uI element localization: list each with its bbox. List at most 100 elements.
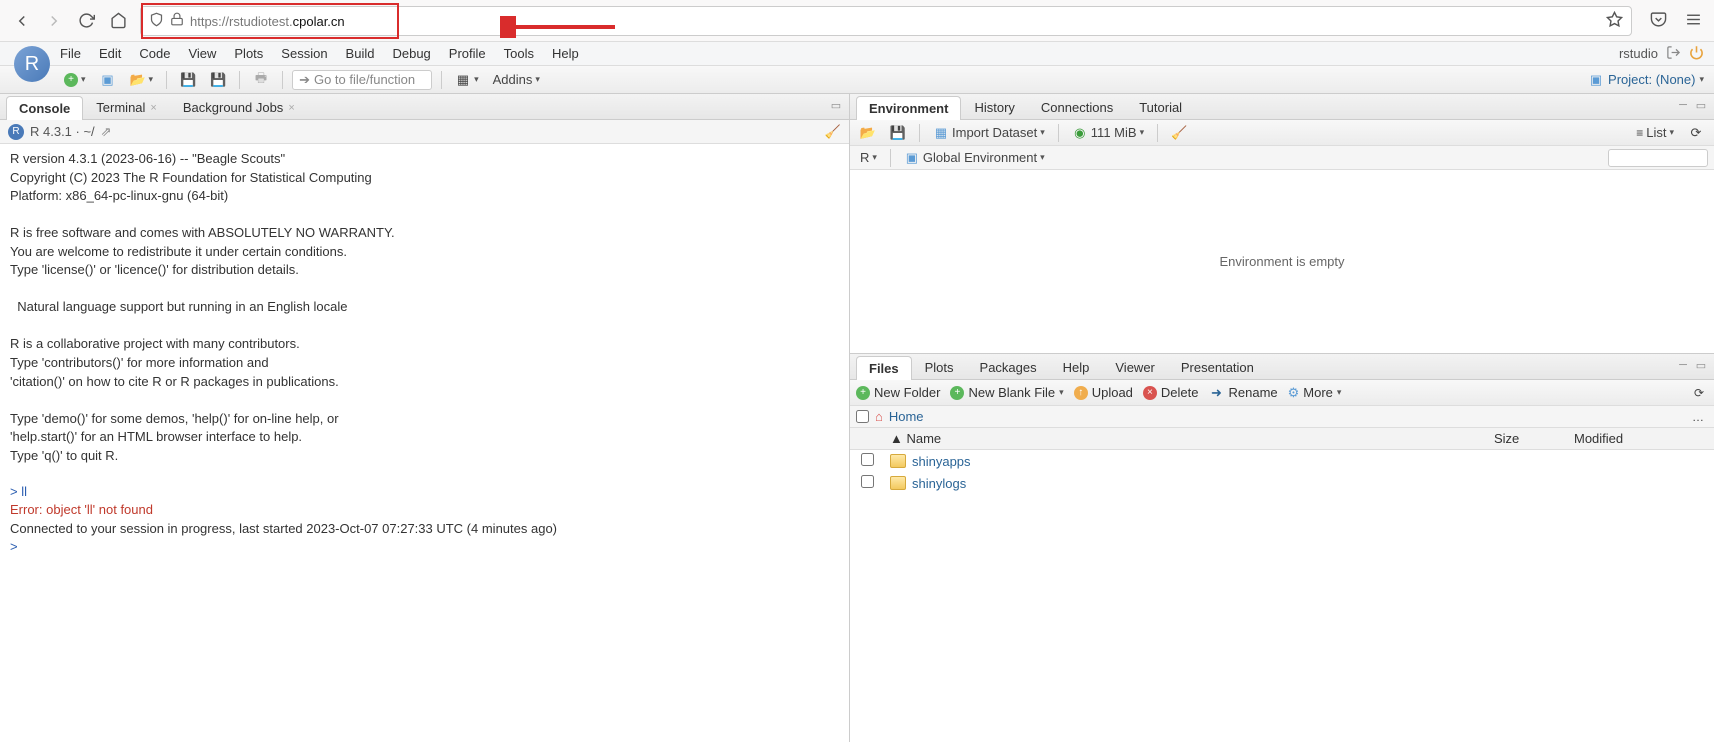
maximize-pane-icon[interactable]: ▭ [829, 98, 843, 112]
load-workspace-button[interactable]: 📂 [856, 123, 880, 143]
file-name-link[interactable]: shinylogs [912, 476, 966, 491]
menu-file[interactable]: File [60, 46, 81, 61]
menu-debug[interactable]: Debug [392, 46, 430, 61]
env-empty-message: Environment is empty [850, 170, 1714, 353]
console-version-label: R 4.3.1 · ~/ [30, 124, 95, 139]
folder-icon [890, 454, 906, 468]
tab-terminal[interactable]: Terminal× [83, 95, 170, 119]
file-checkbox[interactable] [861, 475, 874, 488]
tab-files[interactable]: Files [856, 356, 912, 380]
maximize-pane-icon[interactable]: ▭ [1694, 98, 1708, 112]
tab-viewer[interactable]: Viewer [1102, 355, 1168, 379]
clear-console-icon[interactable]: 🧹 [825, 124, 841, 140]
close-icon[interactable]: × [150, 102, 156, 114]
signout-icon[interactable] [1666, 45, 1681, 63]
menu-view[interactable]: View [188, 46, 216, 61]
home-button[interactable] [108, 11, 128, 31]
tab-packages[interactable]: Packages [967, 355, 1050, 379]
console-header: R R 4.3.1 · ~/ ⇗ 🧹 [0, 120, 849, 144]
back-button[interactable] [12, 11, 32, 31]
power-icon[interactable] [1689, 45, 1704, 63]
open-wd-icon[interactable]: ⇗ [101, 124, 112, 140]
more-button[interactable]: ⚙More ▾ [1288, 385, 1342, 401]
tab-connections[interactable]: Connections [1028, 95, 1126, 119]
username-label: rstudio [1619, 46, 1658, 61]
save-workspace-button[interactable]: 💾 [886, 123, 910, 143]
menu-edit[interactable]: Edit [99, 46, 121, 61]
pocket-icon[interactable] [1650, 11, 1667, 31]
tab-background-jobs[interactable]: Background Jobs× [170, 95, 308, 119]
addins-button[interactable]: Addins ▾ [489, 70, 544, 89]
folder-icon [890, 476, 906, 490]
env-search-input[interactable] [1608, 149, 1708, 167]
goto-file-input[interactable]: ➔Go to file/function [292, 70, 432, 90]
files-toolbar: +New Folder +New Blank File ▾ ↑Upload ×D… [850, 380, 1714, 406]
menu-build[interactable]: Build [346, 46, 375, 61]
env-view-toggle[interactable]: ≡ List ▾ [1632, 123, 1678, 142]
clear-env-button[interactable]: 🧹 [1167, 123, 1191, 143]
workspace-panes-button[interactable]: ▦▾ [451, 70, 483, 90]
tab-plots-pane[interactable]: Plots [912, 355, 967, 379]
env-scope-selector[interactable]: ▣Global Environment ▾ [900, 148, 1049, 168]
close-icon[interactable]: × [288, 102, 294, 114]
new-file-button[interactable]: +▾ [60, 71, 90, 89]
upload-button[interactable]: ↑Upload [1074, 385, 1133, 400]
files-table-header: ▲ Name Size Modified [850, 428, 1714, 450]
tab-console[interactable]: Console [6, 96, 83, 120]
new-folder-button[interactable]: +New Folder [856, 385, 940, 400]
tab-help-pane[interactable]: Help [1050, 355, 1103, 379]
url-text: https://rstudiotest.cpolar.cn [190, 13, 345, 29]
reload-button[interactable] [76, 11, 96, 31]
print-button[interactable]: 🖶 [249, 70, 273, 90]
tab-environment[interactable]: Environment [856, 96, 961, 120]
save-all-button[interactable]: 💾 [206, 70, 230, 90]
menu-session[interactable]: Session [281, 46, 327, 61]
file-checkbox[interactable] [861, 453, 874, 466]
forward-button[interactable] [44, 11, 64, 31]
new-project-button[interactable]: ▣ [96, 70, 120, 90]
file-row[interactable]: shinyapps [850, 450, 1714, 472]
breadcrumb-home[interactable]: Home [889, 409, 924, 424]
file-row[interactable]: shinylogs [850, 472, 1714, 494]
env-tab-bar: Environment History Connections Tutorial… [850, 94, 1714, 120]
path-more-button[interactable]: … [1688, 408, 1708, 426]
console-tab-bar: Console Terminal× Background Jobs× ▭ [0, 94, 849, 120]
hamburger-icon[interactable] [1685, 11, 1702, 31]
console-output[interactable]: R version 4.3.1 (2023-06-16) -- "Beagle … [0, 144, 849, 742]
url-bar[interactable]: https://rstudiotest.cpolar.cn [140, 6, 1632, 36]
menu-tools[interactable]: Tools [504, 46, 534, 61]
tab-presentation[interactable]: Presentation [1168, 355, 1267, 379]
rename-button[interactable]: ➜Rename [1208, 385, 1277, 401]
refresh-env-button[interactable]: ⟳ [1684, 123, 1708, 143]
new-blank-file-button[interactable]: +New Blank File ▾ [950, 385, 1063, 400]
shield-icon [149, 12, 164, 30]
env-scope-bar: R ▾ ▣Global Environment ▾ [850, 146, 1714, 170]
menu-code[interactable]: Code [139, 46, 170, 61]
import-dataset-button[interactable]: ▦Import Dataset ▾ [929, 123, 1049, 143]
menu-help[interactable]: Help [552, 46, 579, 61]
project-icon: ▣ [1588, 72, 1604, 88]
delete-button[interactable]: ×Delete [1143, 385, 1199, 400]
minimize-pane-icon[interactable]: ─ [1676, 358, 1690, 372]
tab-history[interactable]: History [961, 95, 1027, 119]
language-selector[interactable]: R ▾ [856, 148, 881, 167]
project-label[interactable]: Project: (None) [1608, 72, 1695, 87]
menu-plots[interactable]: Plots [234, 46, 263, 61]
home-icon[interactable]: ⌂ [875, 409, 883, 424]
select-all-checkbox[interactable] [856, 410, 869, 423]
minimize-pane-icon[interactable]: ─ [1676, 98, 1690, 112]
memory-usage-button[interactable]: ◉111 MiB ▾ [1068, 123, 1148, 143]
tab-tutorial[interactable]: Tutorial [1126, 95, 1195, 119]
files-tab-bar: Files Plots Packages Help Viewer Present… [850, 354, 1714, 380]
rstudio-toolbar: +▾ ▣ 📂▾ 💾 💾 🖶 ➔Go to file/function ▦▾ Ad… [0, 66, 1714, 94]
files-table: ▲ Name Size Modified shinyapps shinylogs [850, 428, 1714, 742]
file-name-link[interactable]: shinyapps [912, 454, 971, 469]
maximize-pane-icon[interactable]: ▭ [1694, 358, 1708, 372]
refresh-files-button[interactable]: ⟳ [1690, 384, 1708, 402]
save-button[interactable]: 💾 [176, 70, 200, 90]
browser-toolbar: https://rstudiotest.cpolar.cn [0, 0, 1714, 42]
menu-profile[interactable]: Profile [449, 46, 486, 61]
bookmark-icon[interactable] [1606, 11, 1623, 31]
files-breadcrumb: ⌂ Home … [850, 406, 1714, 428]
open-file-button[interactable]: 📂▾ [126, 70, 158, 90]
